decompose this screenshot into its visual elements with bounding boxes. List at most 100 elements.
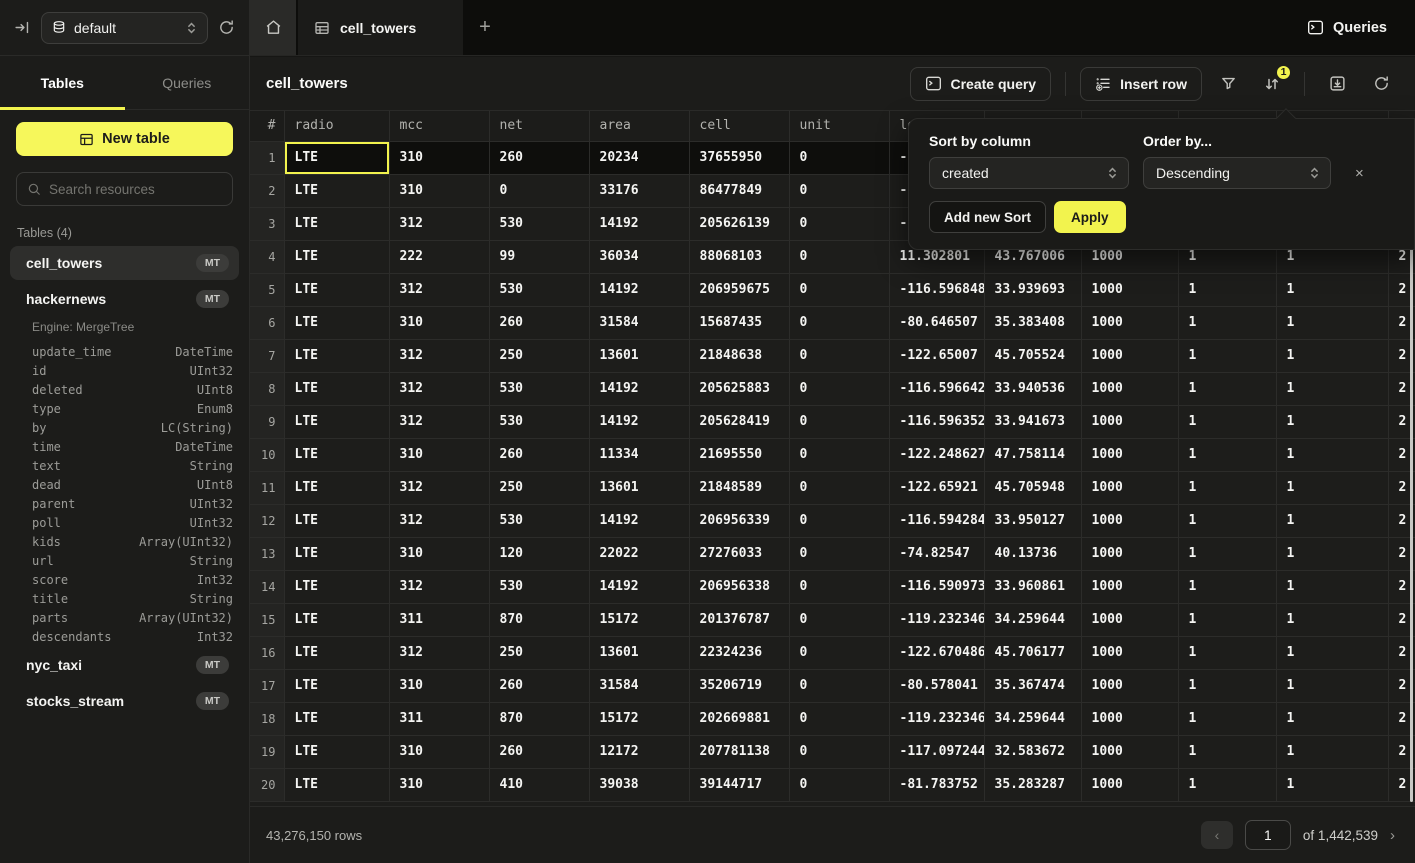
- table-cell[interactable]: 86477849: [689, 174, 789, 207]
- table-cell[interactable]: LTE: [284, 537, 389, 570]
- table-cell[interactable]: 1: [1178, 339, 1276, 372]
- page-number-input[interactable]: [1245, 820, 1291, 850]
- table-cell[interactable]: 530: [489, 405, 589, 438]
- table-cell[interactable]: 1: [1178, 570, 1276, 603]
- table-cell[interactable]: 35206719: [689, 669, 789, 702]
- table-cell[interactable]: 1000: [1081, 405, 1178, 438]
- table-cell[interactable]: 205625883: [689, 372, 789, 405]
- table-cell[interactable]: 14192: [589, 273, 689, 306]
- table-cell[interactable]: 1000: [1081, 372, 1178, 405]
- table-cell[interactable]: 311: [389, 702, 489, 735]
- table-cell[interactable]: 530: [489, 570, 589, 603]
- table-cell[interactable]: 260: [489, 669, 589, 702]
- table-cell[interactable]: 0: [789, 372, 889, 405]
- table-cell[interactable]: 1000: [1081, 504, 1178, 537]
- table-cell[interactable]: 15172: [589, 702, 689, 735]
- table-cell[interactable]: 45.705524: [984, 339, 1081, 372]
- table-cell[interactable]: 1: [1178, 702, 1276, 735]
- table-cell[interactable]: 1: [1178, 372, 1276, 405]
- table-cell[interactable]: 312: [389, 372, 489, 405]
- table-cell[interactable]: 1: [1276, 339, 1388, 372]
- table-cell[interactable]: 312: [389, 471, 489, 504]
- table-cell[interactable]: 0: [789, 702, 889, 735]
- table-cell[interactable]: 1: [1276, 603, 1388, 636]
- table-cell[interactable]: 0: [789, 405, 889, 438]
- table-cell[interactable]: 1000: [1081, 735, 1178, 768]
- table-cell[interactable]: 1: [1178, 273, 1276, 306]
- table-cell[interactable]: -74.82547: [889, 537, 984, 570]
- apply-sort-button[interactable]: Apply: [1054, 201, 1126, 233]
- table-cell[interactable]: 99: [489, 240, 589, 273]
- table-cell[interactable]: 88068103: [689, 240, 789, 273]
- table-cell[interactable]: 120: [489, 537, 589, 570]
- column-header-net[interactable]: net: [489, 111, 589, 141]
- table-cell[interactable]: 1: [1276, 405, 1388, 438]
- table-cell[interactable]: -116.596352: [889, 405, 984, 438]
- table-cell[interactable]: 27276033: [689, 537, 789, 570]
- table-cell[interactable]: LTE: [284, 207, 389, 240]
- table-cell[interactable]: 15687435: [689, 306, 789, 339]
- table-cell[interactable]: 22324236: [689, 636, 789, 669]
- table-cell[interactable]: 1: [1276, 471, 1388, 504]
- table-cell[interactable]: 0: [789, 735, 889, 768]
- table-cell[interactable]: 207781138: [689, 735, 789, 768]
- table-cell[interactable]: 206956339: [689, 504, 789, 537]
- table-cell[interactable]: LTE: [284, 735, 389, 768]
- table-cell[interactable]: -116.596848: [889, 273, 984, 306]
- table-cell[interactable]: 530: [489, 372, 589, 405]
- table-cell[interactable]: LTE: [284, 636, 389, 669]
- table-cell[interactable]: 260: [489, 306, 589, 339]
- table-cell[interactable]: 1000: [1081, 537, 1178, 570]
- table-cell[interactable]: 13601: [589, 636, 689, 669]
- table-cell[interactable]: 14192: [589, 372, 689, 405]
- table-cell[interactable]: 33.950127: [984, 504, 1081, 537]
- table-cell[interactable]: 312: [389, 339, 489, 372]
- table-cell[interactable]: 530: [489, 504, 589, 537]
- table-cell[interactable]: 0: [789, 207, 889, 240]
- table-cell[interactable]: 310: [389, 735, 489, 768]
- table-cell[interactable]: 0: [489, 174, 589, 207]
- table-cell[interactable]: 250: [489, 339, 589, 372]
- create-query-button[interactable]: Create query: [910, 67, 1052, 101]
- table-cell[interactable]: 1: [1276, 669, 1388, 702]
- table-cell[interactable]: 260: [489, 735, 589, 768]
- table-cell[interactable]: 1: [1178, 636, 1276, 669]
- table-cell[interactable]: 47.758114: [984, 438, 1081, 471]
- table-cell[interactable]: 0: [789, 636, 889, 669]
- table-cell[interactable]: 1000: [1081, 669, 1178, 702]
- table-cell[interactable]: 12172: [589, 735, 689, 768]
- table-cell[interactable]: 33.939693: [984, 273, 1081, 306]
- table-cell[interactable]: 0: [789, 174, 889, 207]
- sort-button[interactable]: 1: [1254, 66, 1290, 102]
- table-cell[interactable]: 205628419: [689, 405, 789, 438]
- table-cell[interactable]: 870: [489, 603, 589, 636]
- table-cell[interactable]: 1: [1178, 537, 1276, 570]
- table-cell[interactable]: 310: [389, 438, 489, 471]
- table-cell[interactable]: 0: [789, 306, 889, 339]
- table-cell[interactable]: 45.706177: [984, 636, 1081, 669]
- table-cell[interactable]: -122.65921: [889, 471, 984, 504]
- table-cell[interactable]: 310: [389, 537, 489, 570]
- table-cell[interactable]: LTE: [284, 438, 389, 471]
- table-cell[interactable]: 312: [389, 504, 489, 537]
- table-cell[interactable]: 1: [1276, 702, 1388, 735]
- table-cell[interactable]: 312: [389, 570, 489, 603]
- database-selector[interactable]: default: [41, 12, 208, 44]
- table-cell[interactable]: 39144717: [689, 768, 789, 801]
- table-cell[interactable]: 35.383408: [984, 306, 1081, 339]
- table-cell[interactable]: 14192: [589, 207, 689, 240]
- table-cell[interactable]: 35.367474: [984, 669, 1081, 702]
- table-cell[interactable]: 37655950: [689, 141, 789, 174]
- table-cell[interactable]: 13601: [589, 471, 689, 504]
- table-cell[interactable]: 33.940536: [984, 372, 1081, 405]
- home-tab[interactable]: [250, 0, 296, 55]
- sidebar-table-stocks_stream[interactable]: stocks_streamMT: [10, 684, 239, 718]
- add-new-sort-button[interactable]: Add new Sort: [929, 201, 1046, 233]
- table-cell[interactable]: -80.646507: [889, 306, 984, 339]
- table-cell[interactable]: 0: [789, 669, 889, 702]
- table-cell[interactable]: 1000: [1081, 570, 1178, 603]
- table-cell[interactable]: LTE: [284, 273, 389, 306]
- table-cell[interactable]: -116.594284: [889, 504, 984, 537]
- search-input[interactable]: [49, 182, 226, 197]
- table-cell[interactable]: LTE: [284, 570, 389, 603]
